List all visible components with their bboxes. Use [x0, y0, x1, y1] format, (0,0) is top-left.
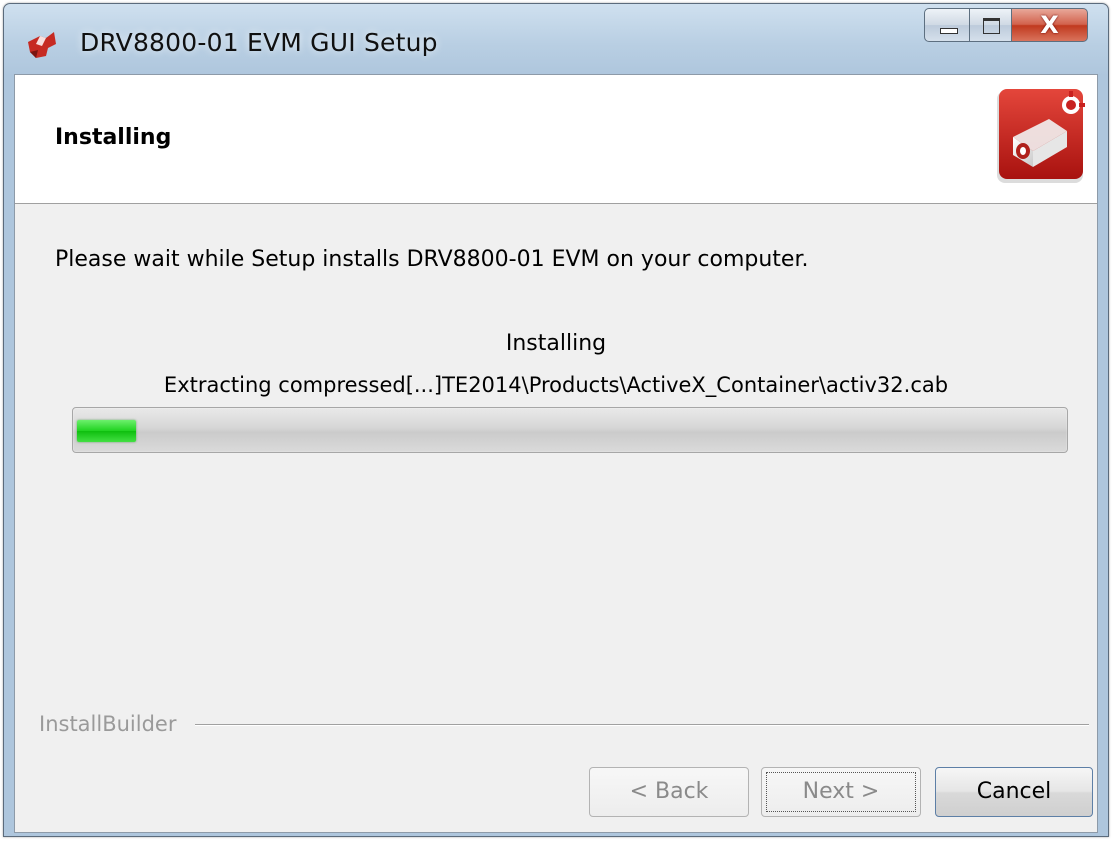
installer-window: DRV8800-01 EVM GUI Setup X Installing Pl… [3, 3, 1109, 837]
caption-buttons: X [924, 8, 1088, 44]
page-title: Installing [55, 125, 172, 150]
install-progress-bar [72, 407, 1068, 453]
next-button[interactable]: Next > [761, 767, 921, 817]
status-title: Installing [505, 331, 607, 356]
wizard-client-area: Installing Please wait while Setup insta… [14, 74, 1098, 833]
ti-logo-icon [28, 32, 56, 58]
separator-line [195, 724, 1089, 726]
wizard-header: Installing [15, 75, 1097, 204]
minimize-button[interactable] [924, 8, 970, 42]
back-button[interactable]: < Back [589, 767, 749, 817]
cancel-button[interactable]: Cancel [935, 767, 1093, 817]
brand-separator: InstallBuilder [15, 712, 1097, 736]
status-detail: Extracting compressed[...]TE2014\Product… [163, 373, 949, 397]
window-title: DRV8800-01 EVM GUI Setup [80, 28, 438, 57]
description-text: Please wait while Setup installs DRV8800… [55, 247, 809, 272]
installer-box-icon [997, 89, 1085, 183]
minimize-icon [940, 28, 958, 34]
maximize-icon [983, 18, 1000, 34]
close-button[interactable]: X [1012, 8, 1088, 42]
progress-fill [77, 420, 136, 442]
focus-rect [766, 772, 916, 812]
title-bar[interactable]: DRV8800-01 EVM GUI Setup X [4, 4, 1108, 74]
brand-label: InstallBuilder [39, 712, 187, 736]
maximize-button[interactable] [970, 8, 1012, 42]
close-icon: X [1040, 11, 1059, 39]
